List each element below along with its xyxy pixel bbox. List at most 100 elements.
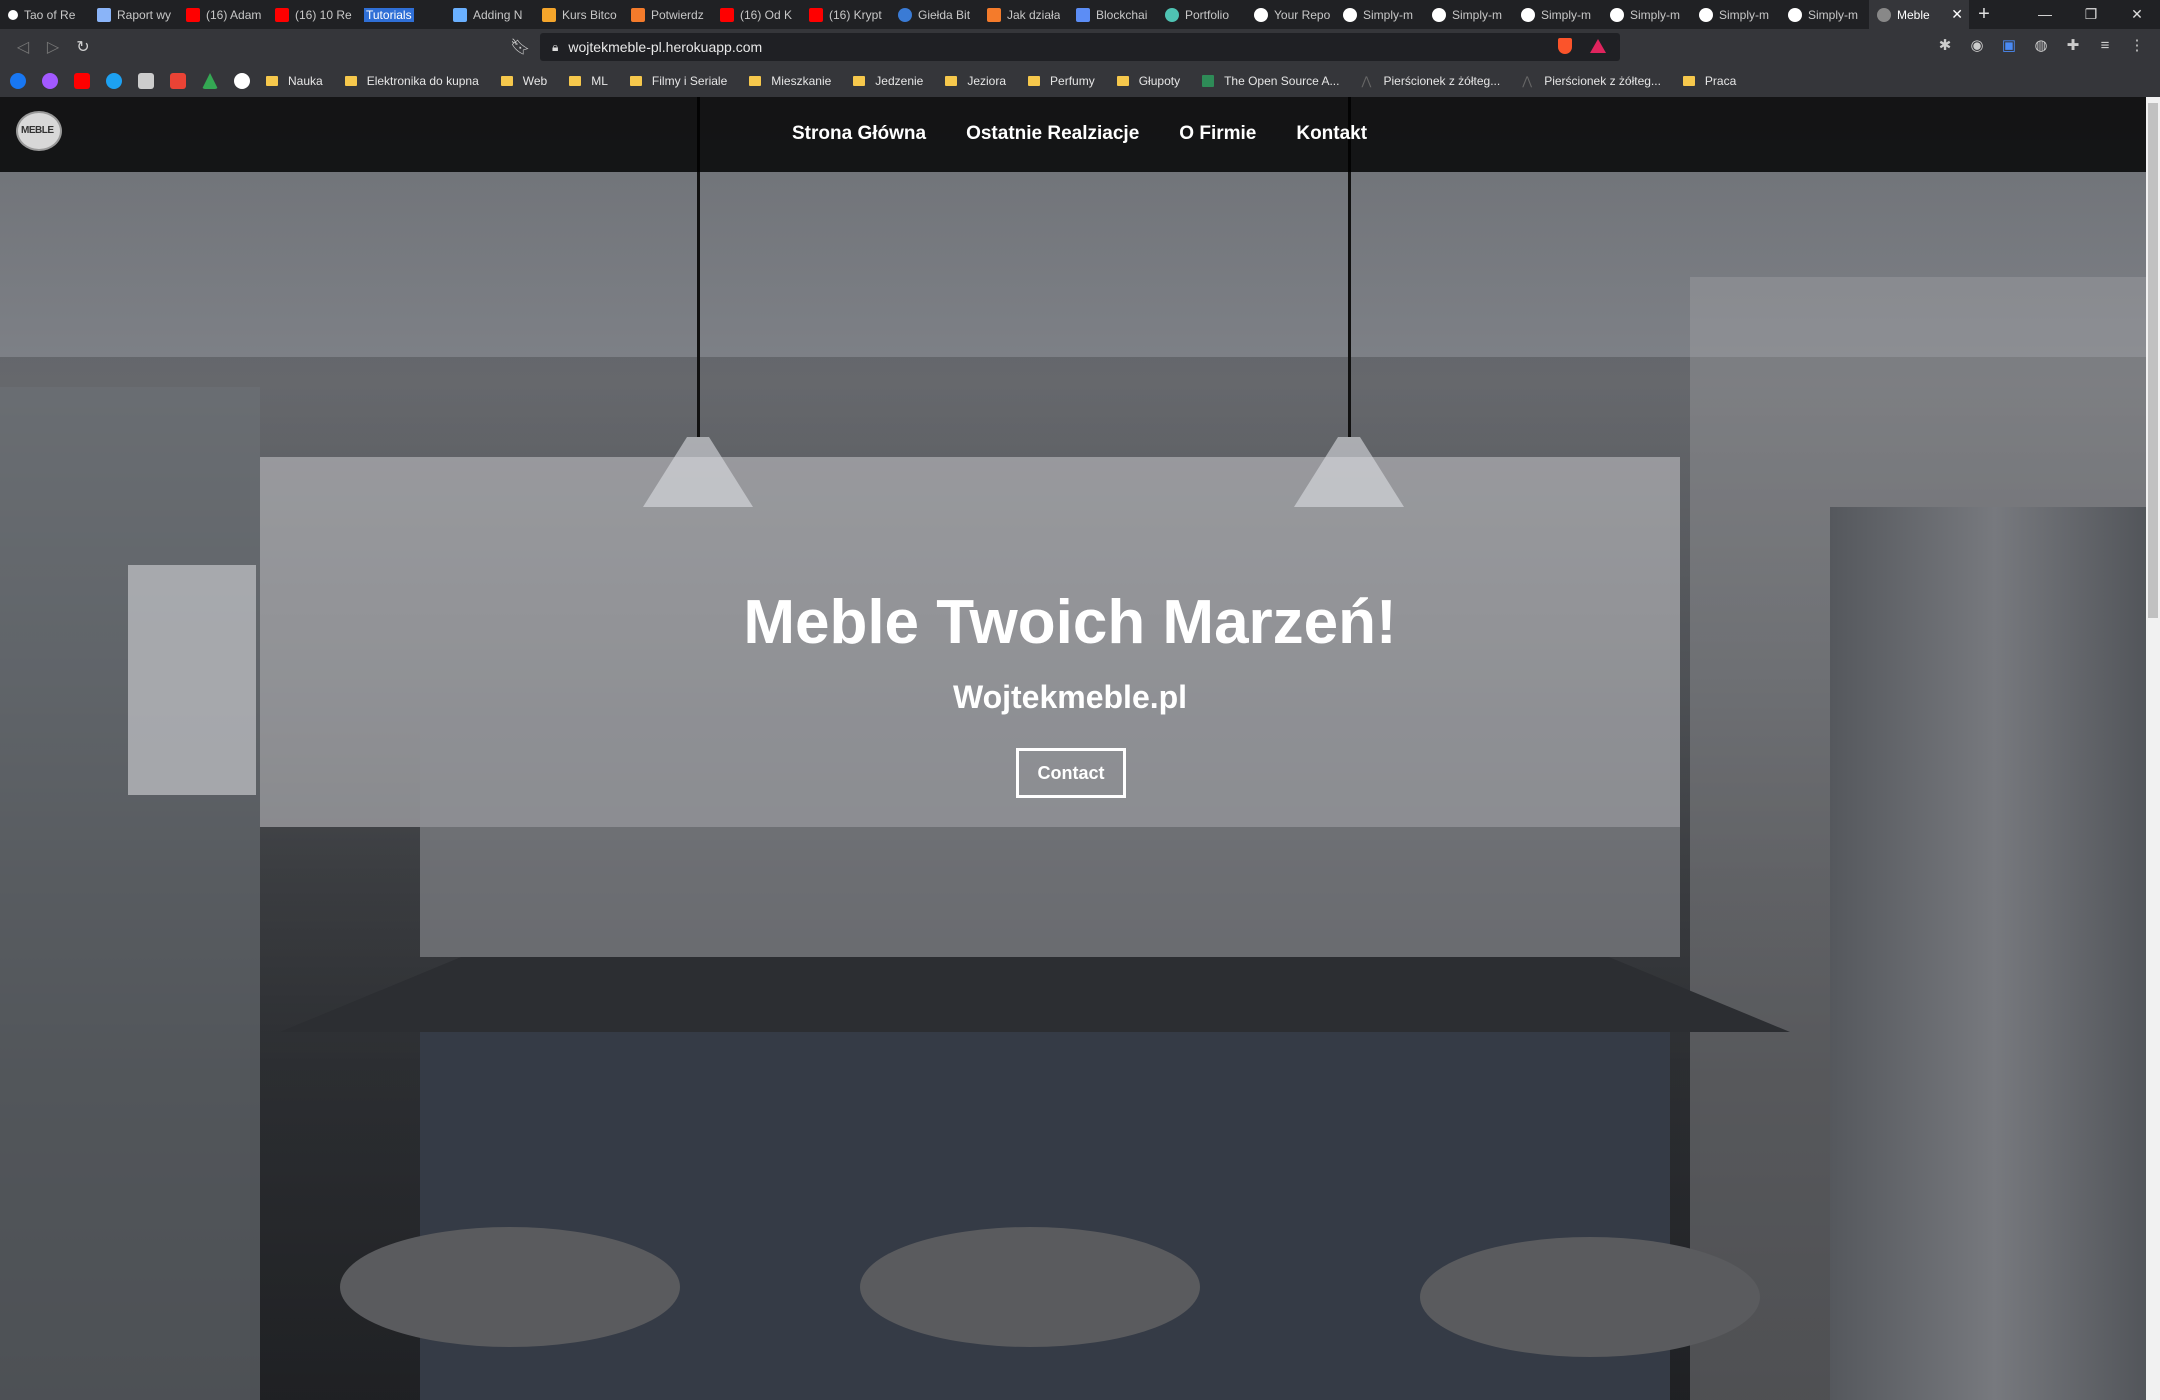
link-icon: ⋀ xyxy=(1522,74,1533,88)
tab-label: Simply-m xyxy=(1630,7,1680,22)
browser-tab[interactable]: Blockchai xyxy=(1068,0,1157,29)
bookmark-icon[interactable]: 🔖︎ xyxy=(510,37,530,57)
nav-link-home[interactable]: Strona Główna xyxy=(792,123,926,145)
gmail-icon[interactable] xyxy=(170,73,186,89)
left-wall xyxy=(0,387,260,1400)
github-icon xyxy=(1788,7,1802,22)
folder-icon xyxy=(853,76,866,86)
tab-label: Simply-m xyxy=(1452,7,1502,22)
restore-button[interactable]: ❐ xyxy=(2068,0,2114,29)
browser-tab[interactable]: Your Repo xyxy=(1246,0,1335,29)
bookmark-link[interactable]: ⋀ Pierścionek z żółteg... xyxy=(1522,74,1661,88)
reading-list-icon[interactable]: ≡ xyxy=(2096,37,2114,55)
folder-icon xyxy=(945,76,958,86)
bookmark-folder[interactable]: ML xyxy=(569,74,608,88)
messenger-icon[interactable] xyxy=(42,73,58,89)
bookmark-folder[interactable]: Głupoty xyxy=(1116,74,1180,88)
bookmark-folder[interactable]: Nauka xyxy=(266,74,323,88)
browser-tab[interactable]: Portfolio xyxy=(1157,0,1246,29)
extension-icon[interactable]: ✱ xyxy=(1936,37,1954,55)
tab-label: Portfolio xyxy=(1185,7,1230,22)
browser-toolbar: ◁ ▷ ↻ 🔖︎ 🔒︎ wojtekmeble-pl.herokuapp.com… xyxy=(0,29,2160,65)
folder-icon xyxy=(749,76,762,86)
github-icon xyxy=(1432,7,1446,22)
browser-tab[interactable]: Tao of Re xyxy=(0,0,89,29)
nav-link-recent-projects[interactable]: Ostatnie Realziacje xyxy=(966,123,1139,145)
puzzle-icon[interactable]: ✚ xyxy=(2064,37,2082,55)
brave-rewards-icon[interactable] xyxy=(1590,39,1606,53)
tab-label: Tutorials xyxy=(364,7,414,22)
browser-tab[interactable]: Simply-m xyxy=(1335,0,1424,29)
bookmark-folder[interactable]: Praca xyxy=(1682,74,1736,88)
page-scrollbar[interactable] xyxy=(2146,97,2160,1400)
tab-favicon-icon xyxy=(97,7,111,22)
tab-favicon-icon xyxy=(987,7,1001,22)
bookmark-link[interactable]: ⋀ Pierścionek z żółteg... xyxy=(1361,74,1500,88)
tab-label: Adding N xyxy=(473,7,523,22)
tab-favicon-icon xyxy=(453,7,467,22)
browser-tab[interactable]: Jak działa xyxy=(979,0,1068,29)
extension-icon[interactable]: ◉ xyxy=(1968,37,1986,55)
browser-tab[interactable]: (16) Adam xyxy=(178,0,267,29)
browser-tab[interactable]: (16) 10 Re xyxy=(267,0,356,29)
new-tab-button[interactable]: + xyxy=(1969,3,1999,26)
tab-favicon-icon xyxy=(542,7,556,22)
close-tab-icon[interactable]: ✕ xyxy=(1951,6,1963,23)
bookmark-folder[interactable]: Perfumy xyxy=(1028,74,1095,88)
bookmark-folder[interactable]: Web xyxy=(500,74,548,88)
browser-tab[interactable]: Simply-m xyxy=(1424,0,1513,29)
browser-tab[interactable]: Adding N xyxy=(445,0,534,29)
tab-label: (16) 10 Re xyxy=(295,7,352,22)
browser-tab[interactable]: Kurs Bitco xyxy=(534,0,623,29)
hero-title: Meble Twoich Marzeń! xyxy=(743,588,1397,657)
address-bar[interactable]: 🔒︎ wojtekmeble-pl.herokuapp.com xyxy=(540,33,1620,61)
brave-shield-icon[interactable] xyxy=(1558,38,1572,54)
bookmark-folder[interactable]: Mieszkanie xyxy=(749,74,831,88)
bookmark-folder[interactable]: Jedzenie xyxy=(853,74,923,88)
browser-tab[interactable]: Tutorials xyxy=(356,0,445,29)
browser-tab[interactable]: Simply-m xyxy=(1513,0,1602,29)
site-logo[interactable]: MEBLE xyxy=(16,111,62,151)
minimize-button[interactable]: — xyxy=(2022,0,2068,29)
browser-tab[interactable]: Simply-m xyxy=(1691,0,1780,29)
browser-tab[interactable]: Raport wy xyxy=(89,0,178,29)
browser-tab[interactable]: (16) Krypt xyxy=(801,0,890,29)
github-icon xyxy=(1343,7,1357,22)
contact-button[interactable]: Contact xyxy=(1016,748,1126,798)
bookmark-folder[interactable]: Jeziora xyxy=(945,74,1006,88)
tab-strip: Tao of Re Raport wy (16) Adam (16) 10 Re… xyxy=(0,0,2160,29)
bookmark-folder[interactable]: Filmy i Seriale xyxy=(629,74,728,88)
reload-button[interactable]: ↻ xyxy=(68,37,98,57)
bookmark-label: Web xyxy=(522,74,548,88)
bookmark-link[interactable]: The Open Source A... xyxy=(1202,74,1339,88)
browser-tab[interactable]: (16) Od K xyxy=(712,0,801,29)
menu-icon[interactable]: ⋮ xyxy=(2128,37,2146,55)
facebook-icon[interactable] xyxy=(10,73,26,89)
web-page: MEBLE Strona Główna Ostatnie Realziacje … xyxy=(0,97,2160,1400)
twitter-icon[interactable] xyxy=(106,73,122,89)
back-button[interactable]: ◁ xyxy=(8,37,38,57)
logo-text: MEBLE xyxy=(21,125,54,136)
extension-icon[interactable]: ◍ xyxy=(2032,37,2050,55)
nav-link-contact[interactable]: Kontakt xyxy=(1296,123,1367,145)
bookmark-label: Mieszkanie xyxy=(771,74,832,88)
nav-link-about[interactable]: O Firmie xyxy=(1179,123,1256,145)
browser-tab[interactable]: Potwierdz xyxy=(623,0,712,29)
bookmark-folder[interactable]: Elektronika do kupna xyxy=(344,74,479,88)
github-icon[interactable] xyxy=(234,73,250,89)
scrollbar-thumb[interactable] xyxy=(2148,103,2158,618)
folder-icon xyxy=(629,76,642,86)
browser-tab[interactable]: Giełda Bit xyxy=(890,0,979,29)
youtube-icon[interactable] xyxy=(74,73,90,89)
image-icon[interactable] xyxy=(138,73,154,89)
bookmark-label: Jeziora xyxy=(967,74,1007,88)
forward-button[interactable]: ▷ xyxy=(38,37,68,57)
drive-icon[interactable] xyxy=(202,73,218,89)
close-window-button[interactable]: ✕ xyxy=(2114,0,2160,29)
bookmark-label: Filmy i Seriale xyxy=(651,74,728,88)
active-tab[interactable]: Meble ✕ xyxy=(1869,0,1969,29)
translate-icon[interactable]: ▣ xyxy=(2000,37,2018,55)
site-favicon-icon xyxy=(1202,75,1215,87)
browser-tab[interactable]: Simply-m xyxy=(1780,0,1869,29)
browser-tab[interactable]: Simply-m xyxy=(1602,0,1691,29)
